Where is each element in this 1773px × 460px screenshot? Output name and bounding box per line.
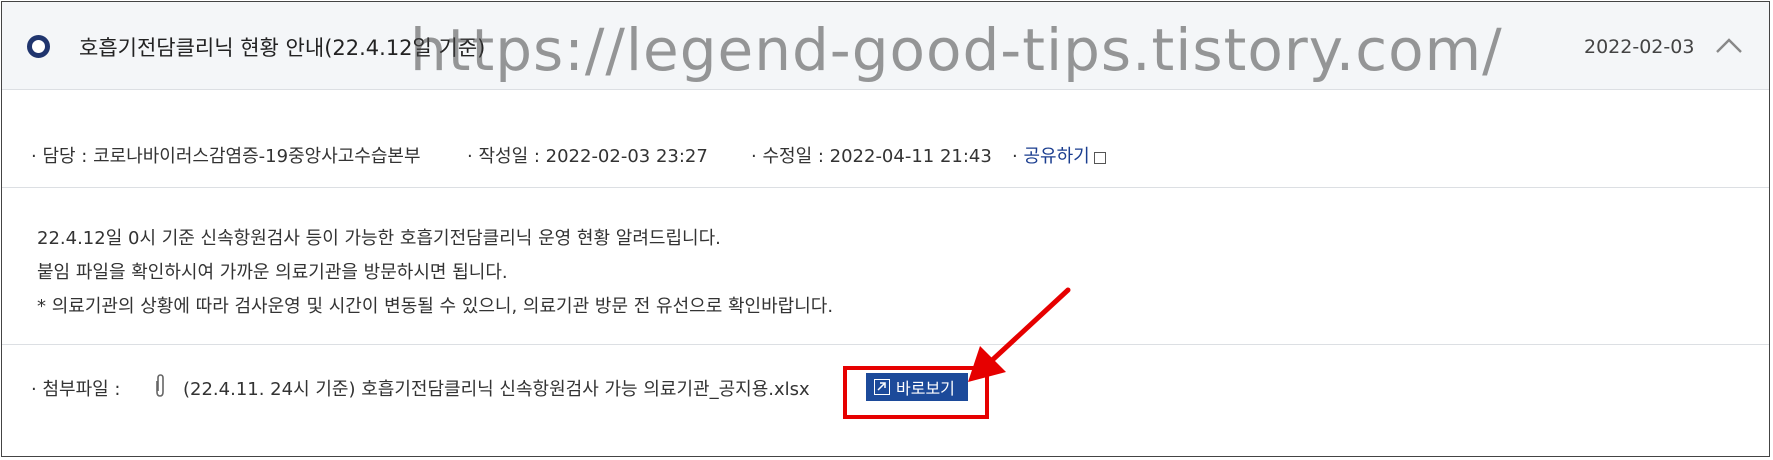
- view-button-label: 바로보기: [896, 379, 955, 398]
- notice-body: 22.4.12일 0시 기준 신속항원검사 등이 가능한 호흡기전담클리닉 운영…: [2, 188, 1769, 345]
- attachment-row: · 첨부파일 : (22.4.11. 24시 기준) 호흡기전담클리닉 신속항원…: [2, 345, 1769, 457]
- share-link[interactable]: · 공유하기: [1012, 142, 1106, 168]
- share-bullet: ·: [1012, 146, 1018, 167]
- chevron-up-icon[interactable]: [1714, 35, 1744, 57]
- body-line-2: 붙임 파일을 확인하시여 가까운 의료기관을 방문하시면 됩니다.: [37, 262, 508, 283]
- paperclip-icon: [156, 374, 164, 397]
- share-popup-icon: [1093, 152, 1106, 164]
- body-line-3: * 의료기관의 상황에 따라 검사운영 및 시간이 변동될 수 있으니, 의료기…: [37, 296, 834, 317]
- body-line-1: 22.4.12일 0시 기준 신속항원검사 등이 가능한 호흡기전담클리닉 운영…: [37, 228, 721, 249]
- view-button[interactable]: 바로보기: [866, 373, 968, 401]
- attachment-label: · 첨부파일 :: [31, 379, 121, 400]
- notice-title: 호흡기전담클리닉 현황 안내(22.4.12일 기준): [79, 36, 486, 60]
- owner-text: · 담당 : 코로나바이러스감염증-19중앙사고수습본부: [31, 146, 421, 167]
- attachment-filename[interactable]: (22.4.11. 24시 기준) 호흡기전담클리닉 신속항원검사 가능 의료기…: [183, 375, 810, 401]
- created-date-text: · 작성일 : 2022-02-03 23:27: [467, 146, 708, 167]
- notice-meta: · 담당 : 코로나바이러스감염증-19중앙사고수습본부 · 작성일 : 202…: [2, 90, 1769, 188]
- share-label: 공유하기: [1023, 146, 1090, 167]
- notice-date: 2022-02-03: [1584, 36, 1695, 58]
- notice-panel: 호흡기전담클리닉 현황 안내(22.4.12일 기준) 2022-02-03 ·…: [1, 1, 1770, 457]
- modified-date-text: · 수정일 : 2022-04-11 21:43: [751, 146, 992, 167]
- circle-bullet-icon: [27, 35, 50, 58]
- external-link-icon: [874, 379, 890, 395]
- notice-header[interactable]: 호흡기전담클리닉 현황 안내(22.4.12일 기준) 2022-02-03: [2, 2, 1769, 90]
